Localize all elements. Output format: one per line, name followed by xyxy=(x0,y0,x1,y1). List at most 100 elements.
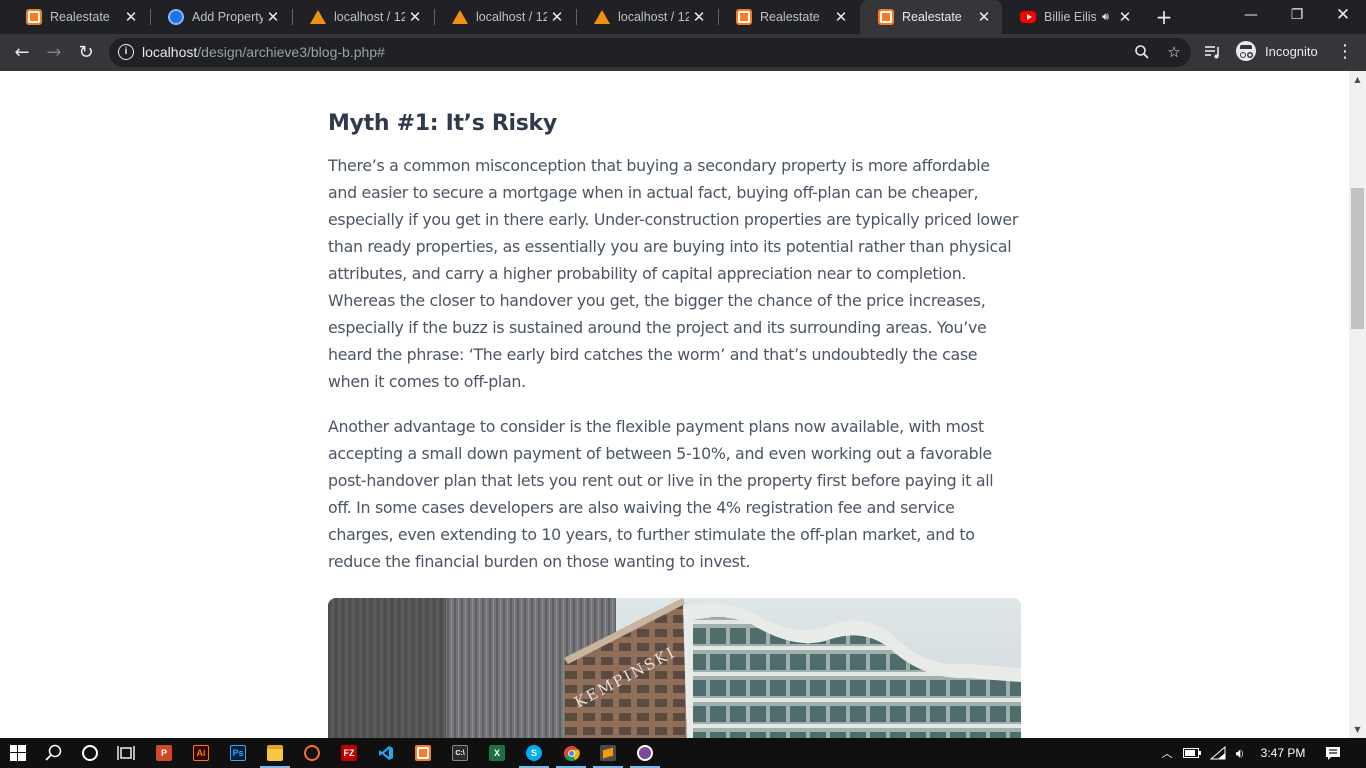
cortana-button[interactable] xyxy=(72,738,108,768)
xampp-taskbar-item[interactable] xyxy=(405,738,441,768)
scrollbar-thumb[interactable] xyxy=(1351,188,1364,329)
illustrator-taskbar-item[interactable]: Ai xyxy=(183,738,219,768)
back-icon[interactable]: ← xyxy=(9,39,35,65)
tab-title: localhost / 127 xyxy=(618,10,689,24)
wifi-icon-glyph xyxy=(1210,746,1226,760)
new-tab-button[interactable]: + xyxy=(1152,5,1176,29)
terminal-taskbar-item[interactable]: C:\ xyxy=(442,738,478,768)
address-bar[interactable]: i localhost/design/archieve3/blog-b.php#… xyxy=(109,38,1191,67)
incognito-label: Incognito xyxy=(1265,43,1318,59)
notification-icon-glyph xyxy=(1326,746,1340,760)
phpmyadmin-icon xyxy=(594,9,610,25)
windows-taskbar: P Ai Ps FZ C:\ X S ︿ 🔉︎ 3:47 PM xyxy=(0,738,1366,768)
site-info-icon[interactable]: i xyxy=(118,44,134,60)
tab-title: Realestate xyxy=(50,10,110,24)
tab-realestate-1[interactable]: Realestate ✕ xyxy=(8,0,149,34)
illustrator-icon: Ai xyxy=(193,745,209,761)
reload-icon[interactable]: ↻ xyxy=(73,39,99,65)
skype-taskbar-item[interactable]: S xyxy=(516,738,552,768)
playlist-icon-glyph xyxy=(1205,46,1219,59)
file-explorer-taskbar-item[interactable] xyxy=(257,738,293,768)
skype-icon: S xyxy=(526,745,542,761)
photoshop-icon: Ps xyxy=(230,745,246,761)
url-text[interactable]: localhost/design/archieve3/blog-b.php# xyxy=(142,44,385,60)
close-tab-icon[interactable]: ✕ xyxy=(1115,7,1135,27)
volume-icon[interactable]: 🔉︎ xyxy=(1229,738,1251,768)
filezilla-icon: FZ xyxy=(341,745,357,761)
zoom-icon[interactable] xyxy=(1131,41,1153,63)
filezilla-taskbar-item[interactable]: FZ xyxy=(331,738,367,768)
system-clock[interactable]: 3:47 PM xyxy=(1255,738,1311,768)
close-tab-icon[interactable]: ✕ xyxy=(405,7,425,27)
close-tab-icon[interactable]: ✕ xyxy=(689,7,709,27)
task-view-button[interactable] xyxy=(108,738,144,768)
tab-realestate-active[interactable]: Realestate ✕ xyxy=(860,0,1002,34)
scroll-up-arrow-icon[interactable]: ▲ xyxy=(1349,71,1366,88)
article-paragraph: Another advantage to consider is the fle… xyxy=(328,417,994,571)
tor-browser-taskbar-item[interactable] xyxy=(627,738,663,768)
scroll-down-arrow-icon[interactable]: ▼ xyxy=(1349,721,1366,738)
cortana-icon xyxy=(82,745,98,761)
phpmyadmin-icon xyxy=(310,9,326,25)
show-hidden-icons-chevron-icon[interactable]: ︿ xyxy=(1158,738,1176,768)
terminal-icon: C:\ xyxy=(452,745,468,761)
close-window-button[interactable]: ✕ xyxy=(1320,0,1366,30)
close-tab-icon[interactable]: ✕ xyxy=(974,7,994,27)
incognito-indicator[interactable]: Incognito xyxy=(1236,41,1318,61)
tab-title: Add Property xyxy=(192,10,263,24)
windows-start-icon xyxy=(10,745,26,761)
powerpoint-taskbar-item[interactable]: P xyxy=(146,738,182,768)
vscode-taskbar-item[interactable] xyxy=(368,738,404,768)
postman-icon xyxy=(304,745,320,761)
task-view-icon xyxy=(117,746,135,760)
tor-browser-icon xyxy=(637,745,653,761)
chrome-taskbar-item[interactable] xyxy=(553,738,589,768)
action-center-icon[interactable] xyxy=(1320,738,1346,768)
excel-taskbar-item[interactable]: X xyxy=(479,738,515,768)
phpmyadmin-icon xyxy=(452,9,468,25)
tab-localhost-3[interactable]: localhost / 127 ✕ xyxy=(576,0,717,34)
close-tab-icon[interactable]: ✕ xyxy=(547,7,567,27)
page-scrollbar[interactable]: ▲ ▼ xyxy=(1349,71,1366,738)
tab-localhost-1[interactable]: localhost / 127 ✕ xyxy=(292,0,433,34)
tab-title: localhost / 127 xyxy=(334,10,405,24)
browser-toolbar: ← → ↻ i localhost/design/archieve3/blog-… xyxy=(0,34,1366,71)
search-icon xyxy=(45,744,62,761)
photoshop-taskbar-item[interactable]: Ps xyxy=(220,738,256,768)
battery-icon[interactable] xyxy=(1181,738,1203,768)
search-button[interactable] xyxy=(36,738,72,768)
wordpress-icon xyxy=(168,9,184,25)
tab-localhost-2[interactable]: localhost / 127 ✕ xyxy=(434,0,575,34)
zoom-icon-glyph xyxy=(1135,45,1149,59)
url-path: /design/archieve3/blog-b.php# xyxy=(197,44,385,60)
sublime-taskbar-item[interactable] xyxy=(590,738,626,768)
wifi-icon[interactable] xyxy=(1207,738,1229,768)
building-photo: KEMPINSKI xyxy=(328,598,1021,738)
windows-start-button[interactable] xyxy=(0,738,36,768)
tab-realestate-2[interactable]: Realestate ✕ xyxy=(718,0,859,34)
audio-playing-icon[interactable]: 🔊︎ xyxy=(1102,10,1109,24)
tab-title: Realestate xyxy=(902,10,962,24)
bookmark-star-icon[interactable]: ☆ xyxy=(1163,41,1185,63)
close-tab-icon[interactable]: ✕ xyxy=(121,7,141,27)
url-host: localhost xyxy=(142,44,198,60)
minimize-button[interactable]: — xyxy=(1228,0,1274,30)
close-tab-icon[interactable]: ✕ xyxy=(831,7,851,27)
close-tab-icon[interactable]: ✕ xyxy=(263,7,283,27)
tab-billie-eilish[interactable]: Billie Eilish 🔊︎ ✕ xyxy=(1002,0,1143,34)
vscode-icon xyxy=(379,746,393,760)
incognito-icon xyxy=(1236,41,1256,61)
file-explorer-icon xyxy=(267,745,283,761)
blog-article: Myth #1: It’s Risky There’s a common mis… xyxy=(328,111,1021,593)
restore-button[interactable]: ❐ xyxy=(1274,0,1320,30)
forward-icon[interactable]: → xyxy=(41,39,67,65)
tab-add-property[interactable]: Add Property ✕ xyxy=(150,0,291,34)
powerpoint-icon: P xyxy=(156,745,172,761)
xampp-icon xyxy=(26,9,42,25)
browser-menu-icon[interactable]: ⋮ xyxy=(1334,40,1356,64)
tab-strip: Realestate ✕ Add Property ✕ localhost / … xyxy=(0,0,1366,34)
tab-title: Billie Eilish xyxy=(1044,10,1096,24)
media-controls-icon[interactable] xyxy=(1200,39,1226,65)
section-heading: Myth #1: It’s Risky xyxy=(328,111,557,136)
postman-taskbar-item[interactable] xyxy=(294,738,330,768)
